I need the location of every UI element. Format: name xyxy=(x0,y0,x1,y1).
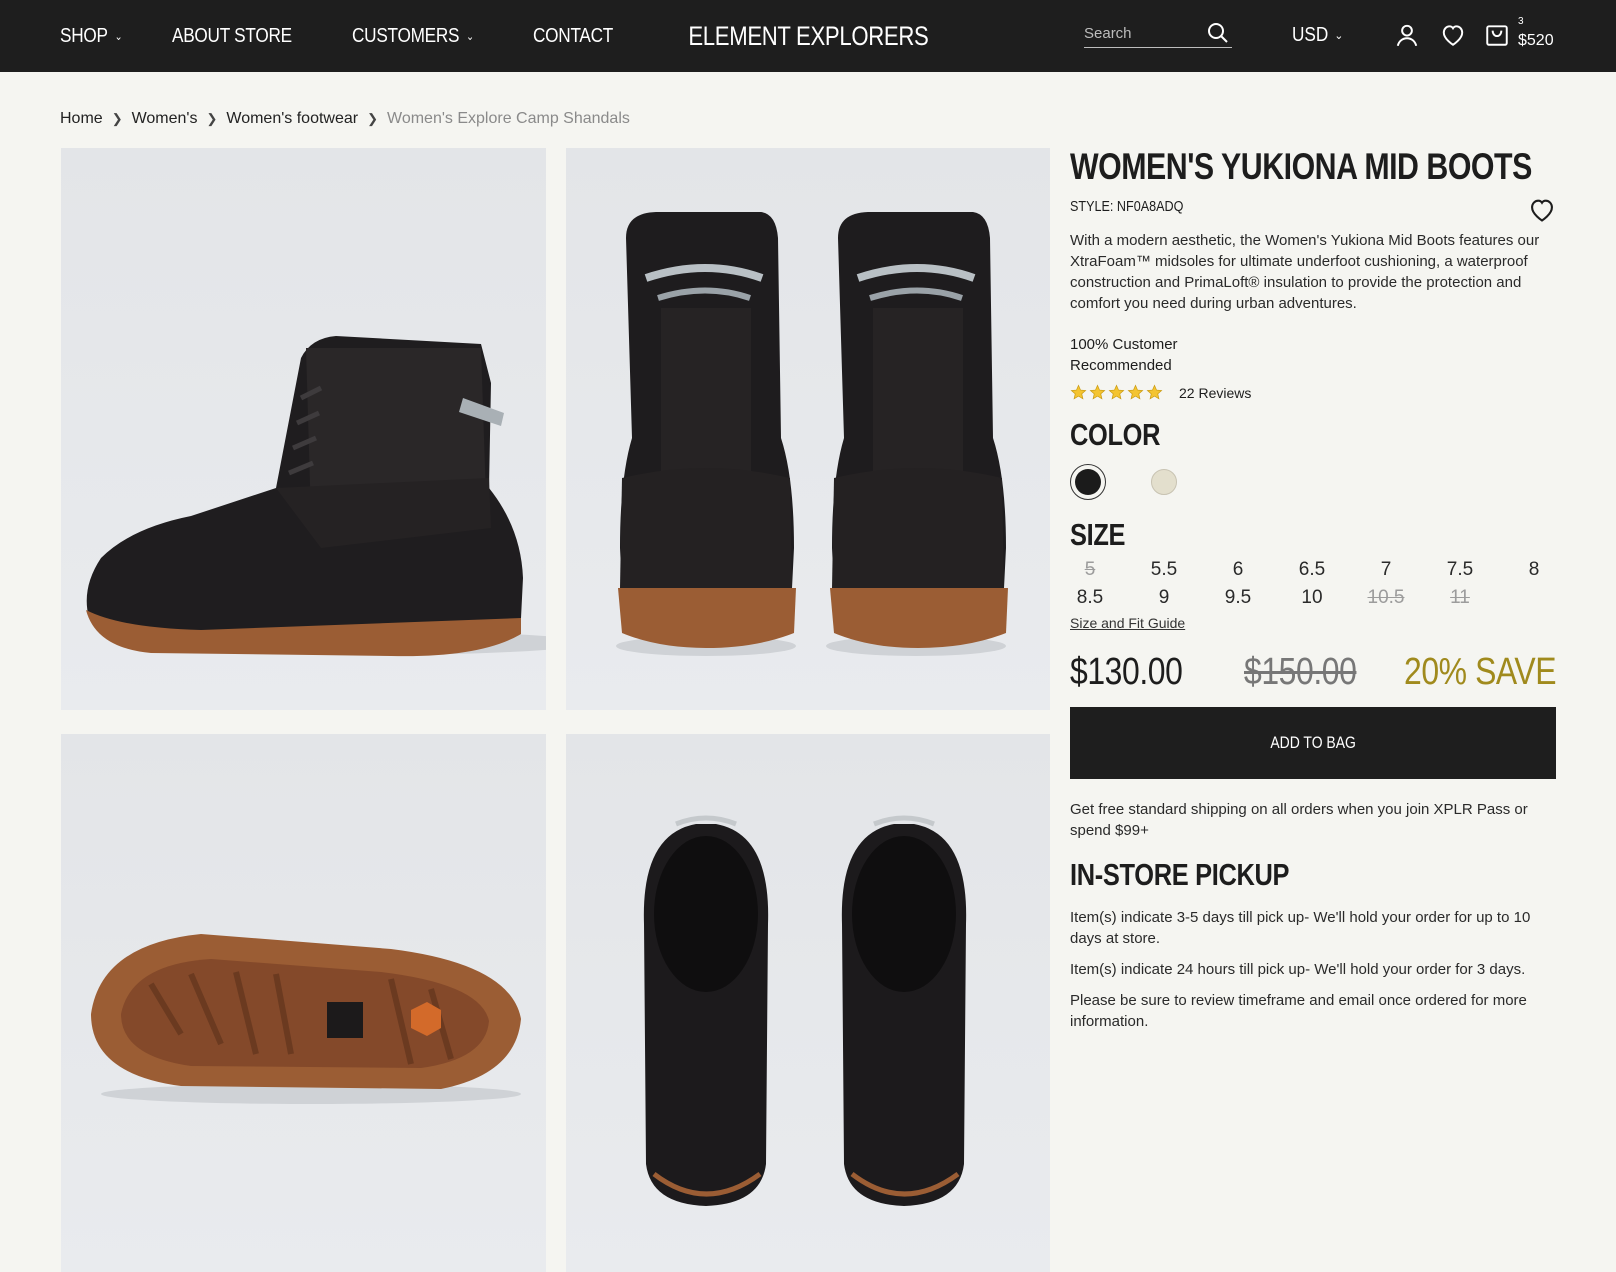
color-swatches xyxy=(1070,463,1556,501)
nav-about-label: ABOUT STORE xyxy=(172,24,293,47)
product-image-side[interactable] xyxy=(61,148,546,710)
pickup-heading: IN-STORE PICKUP xyxy=(1070,857,1290,892)
star-icon xyxy=(1108,384,1125,400)
add-to-bag-label: ADD TO BAG xyxy=(1270,733,1356,752)
size-option[interactable]: 5 xyxy=(1070,559,1110,581)
chevron-down-icon: ⌄ xyxy=(114,30,123,43)
breadcrumb-home[interactable]: Home xyxy=(60,110,103,128)
pickup-note: Item(s) indicate 3-5 days till pick up- … xyxy=(1070,909,1531,947)
size-option[interactable]: 10 xyxy=(1292,587,1332,609)
save-badge: 20% SAVE xyxy=(1403,651,1557,693)
nav-about-store[interactable]: ABOUT STORE xyxy=(172,25,292,48)
boot-side-view-image xyxy=(86,336,546,657)
product-image-back[interactable] xyxy=(566,148,1050,710)
site-header: SHOP ⌄ ABOUT STORE CUSTOMERS ⌄ CONTACT ELE… xyxy=(0,0,1616,72)
star-icon xyxy=(1089,384,1106,400)
shipping-info: Get free standard shipping on all orders… xyxy=(1070,801,1528,839)
color-swatch-cream[interactable] xyxy=(1146,464,1182,500)
main-nav: SHOP ⌄ ABOUT STORE CUSTOMERS ⌄ CONTACT xyxy=(60,0,626,72)
boots-top-view-image xyxy=(643,815,967,1206)
brand-logo[interactable]: ELEMENT EXPLORERS xyxy=(688,21,928,52)
nav-contact-label: CONTACT xyxy=(533,24,614,47)
size-guide-link[interactable]: Size and Fit Guide xyxy=(1070,615,1185,631)
color-swatch-black[interactable] xyxy=(1070,464,1106,500)
size-option[interactable]: 6.5 xyxy=(1292,559,1332,581)
nav-contact[interactable]: CONTACT xyxy=(533,25,613,48)
recommendation-text: 100% Customer Recommended xyxy=(1070,336,1178,374)
star-icon xyxy=(1146,384,1163,400)
chevron-right-icon: ❯ xyxy=(111,111,123,126)
size-option[interactable]: 10.5 xyxy=(1366,587,1406,609)
search-icon[interactable] xyxy=(1206,21,1230,45)
current-price: $130.00 xyxy=(1070,651,1183,693)
pickup-notes: Item(s) indicate 3-5 days till pick up- … xyxy=(1070,907,1556,1032)
product-image-top[interactable] xyxy=(566,734,1050,1272)
product-image-sole[interactable] xyxy=(61,734,546,1272)
star-icon xyxy=(1127,384,1144,400)
boot-sole-view-image xyxy=(91,934,521,1104)
breadcrumb-current: Women's Explore Camp Shandals xyxy=(387,110,630,127)
wishlist-icon[interactable] xyxy=(1440,22,1466,48)
size-grid: 5 5.5 6 6.5 7 7.5 8 8.5 9 9.5 10 10.5 11 xyxy=(1070,559,1556,609)
currency-selector[interactable]: USD ⌄ xyxy=(1292,24,1343,47)
cart-total[interactable]: $520 xyxy=(1518,32,1554,50)
chevron-right-icon: ❯ xyxy=(367,111,378,126)
nav-customers-label: CUSTOMERS xyxy=(351,24,460,47)
search-box xyxy=(1084,20,1232,48)
reviews-link[interactable]: 22 Reviews xyxy=(1179,385,1251,401)
pickup-note: Please be sure to review timeframe and e… xyxy=(1070,992,1527,1030)
heart-icon[interactable] xyxy=(1528,196,1556,224)
size-option[interactable]: 7 xyxy=(1366,559,1406,581)
chevron-down-icon: ⌄ xyxy=(465,30,474,43)
size-option[interactable]: 7.5 xyxy=(1440,559,1480,581)
chevron-right-icon: ❯ xyxy=(206,111,218,126)
size-option[interactable]: 8.5 xyxy=(1070,587,1110,609)
breadcrumb-womens[interactable]: Women's xyxy=(132,110,198,128)
search-input[interactable] xyxy=(1084,20,1202,46)
product-title: WOMEN'S YUKIONA MID BOOTS xyxy=(1070,146,1532,187)
size-option[interactable]: 8 xyxy=(1514,559,1554,581)
product-details: WOMEN'S YUKIONA MID BOOTS STYLE: NF0A8AD… xyxy=(1070,146,1556,1032)
size-option[interactable]: 9.5 xyxy=(1218,587,1258,609)
size-option[interactable]: 6 xyxy=(1218,559,1258,581)
original-price: $150.00 xyxy=(1244,651,1357,693)
size-option[interactable]: 11 xyxy=(1440,587,1480,609)
color-heading: COLOR xyxy=(1070,417,1161,452)
size-option[interactable]: 5.5 xyxy=(1144,559,1184,581)
product-description: With a modern aesthetic, the Women's Yuk… xyxy=(1070,232,1540,312)
cart-count: 3 xyxy=(1518,16,1524,27)
nav-shop[interactable]: SHOP ⌄ xyxy=(60,24,123,48)
size-option[interactable]: 9 xyxy=(1144,587,1184,609)
nav-shop-label: SHOP xyxy=(60,24,108,47)
size-heading: SIZE xyxy=(1070,517,1126,552)
account-icon[interactable] xyxy=(1394,22,1420,48)
rating: 22 Reviews xyxy=(1070,384,1556,401)
star-icon xyxy=(1070,384,1087,400)
style-code: STYLE: NF0A8ADQ xyxy=(1070,198,1184,215)
breadcrumb: Home ❯ Women's ❯ Women's footwear ❯ Wome… xyxy=(60,110,630,128)
pickup-note: Item(s) indicate 24 hours till pick up- … xyxy=(1070,961,1526,978)
currency-label: USD xyxy=(1292,24,1329,46)
cart-icon[interactable] xyxy=(1484,22,1510,48)
chevron-down-icon: ⌄ xyxy=(1334,30,1344,42)
swatch-dot xyxy=(1075,469,1101,495)
price-row: $130.00 $150.00 20% SAVE xyxy=(1070,649,1556,697)
boots-back-view-image xyxy=(616,212,1008,656)
breadcrumb-womens-footwear[interactable]: Women's footwear xyxy=(226,110,358,128)
swatch-dot xyxy=(1151,469,1177,495)
nav-customers[interactable]: CUSTOMERS ⌄ xyxy=(352,25,474,48)
add-to-bag-button[interactable]: ADD TO BAG xyxy=(1070,707,1556,779)
